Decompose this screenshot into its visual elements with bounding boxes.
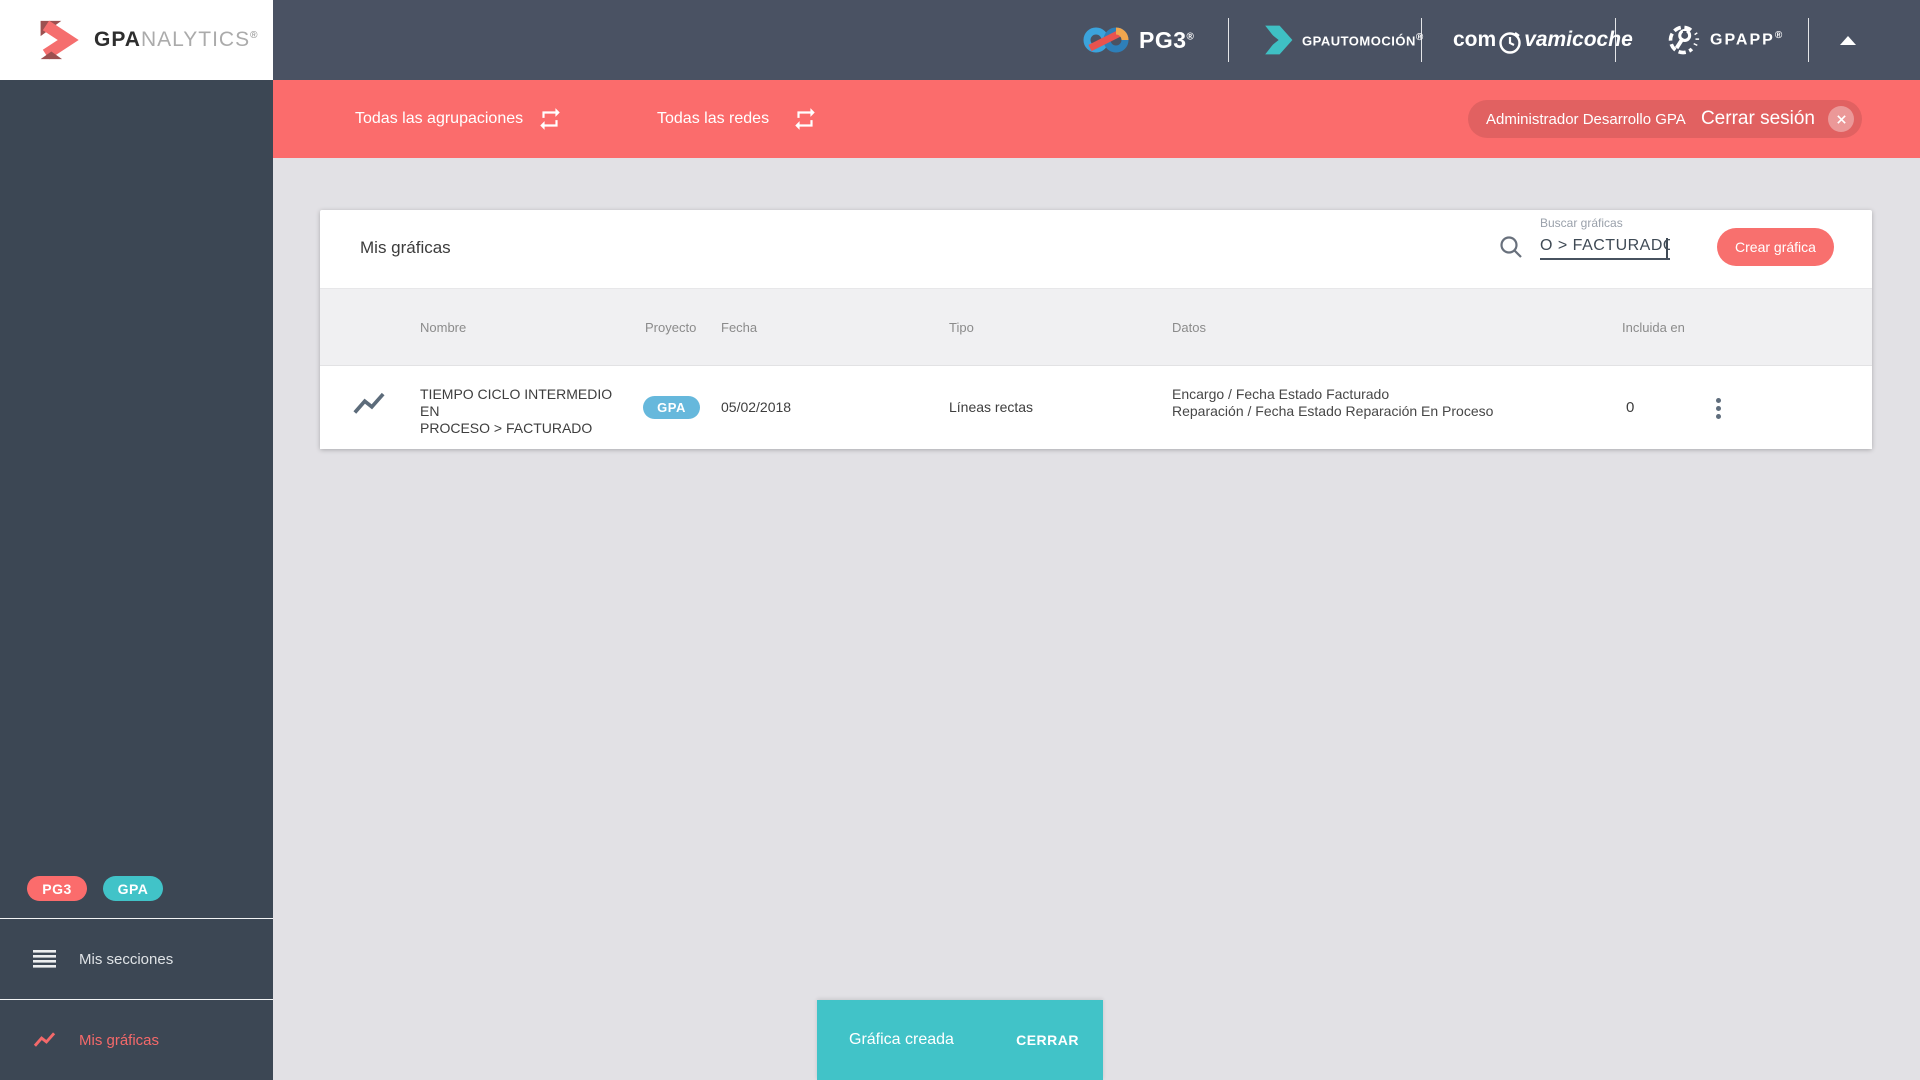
search-icon: [1498, 234, 1524, 260]
page-title: Mis gráficas: [360, 238, 451, 257]
text-caret: [1666, 238, 1668, 258]
column-header-nombre: Nombre: [420, 320, 467, 335]
gpanalytics-logo-text: GPANALYTICS®: [94, 28, 258, 52]
badge-pg3[interactable]: PG3: [27, 876, 87, 901]
app-root: GPANALYTICS® PG3 GPA Mis secciones Mis g…: [0, 0, 1920, 1080]
datos-line1: Encargo / Fecha Estado Facturado: [1172, 386, 1390, 402]
gauge-wrench-icon: [1664, 22, 1700, 58]
logo-bold: GPA: [94, 28, 141, 51]
name-line1: TIEMPO CICLO INTERMEDIO EN: [420, 386, 613, 419]
user-name: Administrador Desarrollo GPA: [1486, 110, 1686, 128]
arrow-icon: [1262, 24, 1294, 56]
line-chart-icon: [352, 391, 386, 417]
search-field: Buscar gráficas: [1540, 216, 1670, 260]
swap-networks-icon[interactable]: [792, 106, 818, 132]
user-session-pill: Administrador Desarrollo GPA Cerrar sesi…: [1468, 100, 1862, 138]
table-row[interactable]: TIEMPO CICLO INTERMEDIO EN PROCESO > FAC…: [320, 366, 1872, 449]
sidebar-item-mis-graficas[interactable]: Mis gráficas: [0, 1000, 273, 1080]
toast: Gráfica creada CERRAR: [817, 1000, 1103, 1080]
table-header: Nombre Proyecto Fecha Tipo Datos Incluid…: [320, 288, 1872, 366]
badge-gpa[interactable]: GPA: [103, 876, 163, 901]
search-label: Buscar gráficas: [1540, 216, 1623, 230]
brand-gpapp-label: GPAPP®: [1710, 30, 1785, 49]
column-header-fecha: Fecha: [721, 320, 758, 335]
menu-icon: [33, 950, 56, 968]
infinity-icon: [1083, 24, 1129, 56]
brand-gpautomocion: GPAUTOMOCIÓN®: [1262, 24, 1424, 56]
logout-button[interactable]: Cerrar sesión: [1701, 108, 1815, 130]
top-header: PG3® GPAUTOMOCIÓN® com vamicoche GPAPP®: [273, 0, 1920, 80]
collapse-arrow-icon[interactable]: [1840, 36, 1856, 45]
brand-gpapp: GPAPP®: [1664, 22, 1784, 58]
header-divider: [1808, 18, 1809, 62]
clock-icon: [1496, 27, 1524, 54]
sidebar-item-label: Mis secciones: [79, 950, 174, 968]
filter-groupings-label[interactable]: Todas las agrupaciones: [355, 110, 523, 128]
cell-fecha: 05/02/2018: [721, 399, 792, 415]
logout-close-icon[interactable]: [1828, 106, 1854, 132]
datos-line2: Reparación / Fecha Estado Reparación En …: [1172, 403, 1494, 419]
gpanalytics-logo-icon: [36, 18, 82, 62]
column-header-datos: Datos: [1172, 320, 1206, 335]
cell-incluida-en: 0: [1626, 399, 1635, 416]
brand-comprovamicoche: com vamicoche: [1453, 27, 1633, 54]
filter-networks-label[interactable]: Todas las redes: [657, 110, 769, 128]
column-header-incluida: Incluida en: [1622, 320, 1685, 335]
cell-datos: Encargo / Fecha Estado Facturado Reparac…: [1172, 386, 1602, 420]
create-chart-button[interactable]: Crear gráfica: [1717, 228, 1834, 266]
brand-comprova-post: vamicoche: [1524, 28, 1633, 51]
column-header-proyecto: Proyecto: [645, 320, 697, 335]
toast-message: Gráfica creada: [849, 1031, 954, 1048]
sidebar: GPANALYTICS® PG3 GPA Mis secciones Mis g…: [0, 0, 273, 1080]
logo-light: NALYTICS: [140, 28, 251, 51]
header-divider: [1421, 18, 1422, 62]
sidebar-item-label: Mis gráficas: [79, 1031, 160, 1049]
row-menu-icon[interactable]: [1706, 394, 1730, 422]
brand-pg3: PG3®: [1083, 24, 1194, 56]
name-line2: PROCESO > FACTURADO: [420, 420, 593, 436]
sidebar-bottom: PG3 GPA Mis secciones Mis gráficas: [0, 859, 273, 1080]
gpanalytics-logo: GPANALYTICS®: [0, 0, 273, 80]
sidebar-badges: PG3 GPA: [0, 859, 273, 918]
mis-graficas-card: Mis gráficas Buscar gráficas Crear gráfi…: [320, 210, 1872, 449]
toast-close-button[interactable]: CERRAR: [1016, 1032, 1079, 1048]
brand-gpautomocion-label: GPAUTOMOCIÓN®: [1302, 31, 1424, 49]
swap-groupings-icon[interactable]: [537, 106, 563, 132]
cell-tipo: Líneas rectas: [949, 399, 1034, 415]
line-chart-icon: [33, 1031, 56, 1049]
search-input[interactable]: [1540, 235, 1670, 260]
filter-bar: Todas las agrupaciones Todas las redes A…: [273, 80, 1920, 158]
header-divider: [1615, 18, 1616, 62]
logo-reg: ®: [250, 30, 259, 41]
brand-pg3-label: PG3®: [1139, 26, 1195, 53]
column-header-tipo: Tipo: [949, 320, 974, 335]
project-badge: GPA: [643, 396, 700, 419]
brand-comprova-pre: com: [1453, 28, 1497, 51]
header-divider: [1228, 18, 1229, 62]
cell-nombre: TIEMPO CICLO INTERMEDIO EN PROCESO > FAC…: [420, 386, 635, 437]
sidebar-item-mis-secciones[interactable]: Mis secciones: [0, 919, 273, 999]
